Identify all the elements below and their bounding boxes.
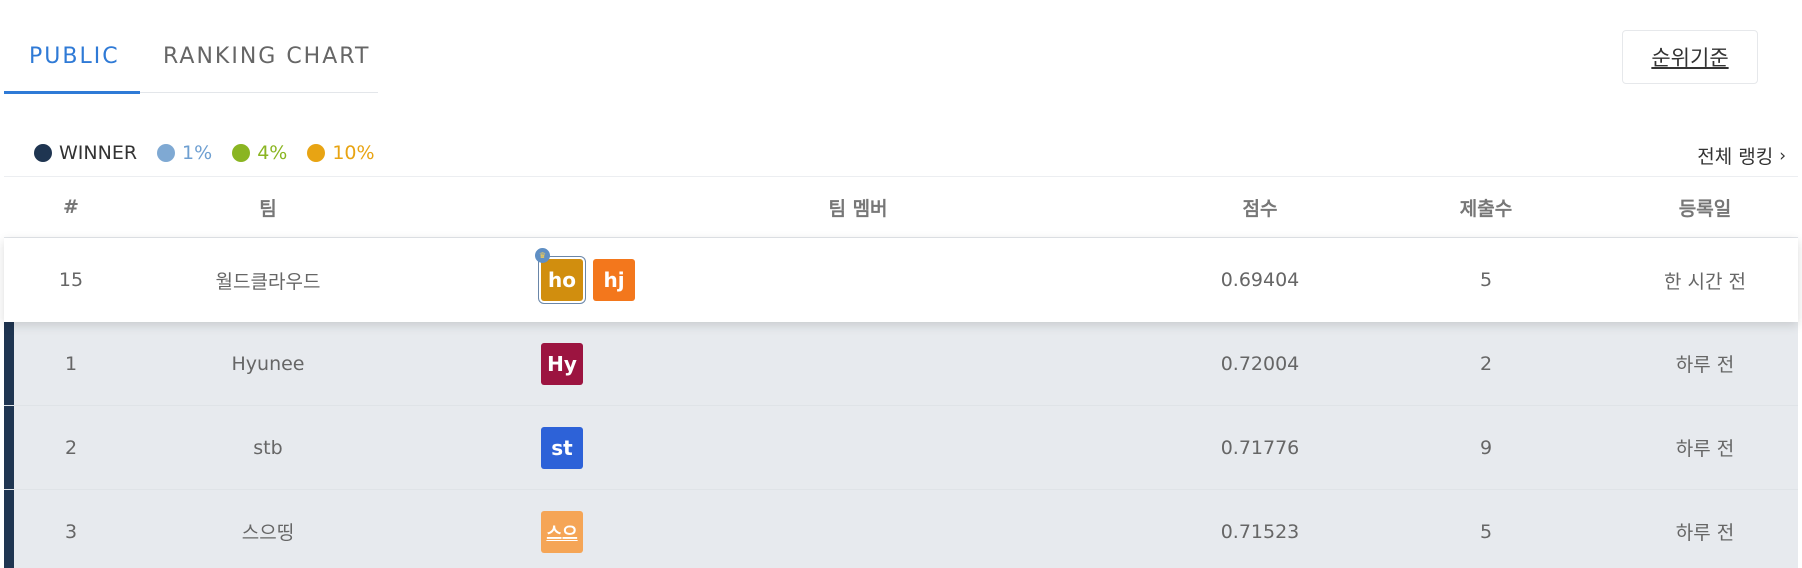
active-tab-indicator [4, 91, 140, 94]
submissions-cell: 9 [1479, 436, 1493, 459]
rank-cell: 3 [64, 520, 78, 543]
date-cell: 하루 전 [1675, 522, 1735, 544]
table-row[interactable]: 1 Hyunee Hy 0.72004 2 하루 전 [4, 322, 1798, 406]
full-ranking-label: 전체 랭킹 [1697, 146, 1774, 168]
legend-top-10-percent: 10% [307, 142, 375, 164]
avatar-initials: Hy [547, 351, 577, 376]
rank-cell: 2 [64, 436, 78, 459]
date-cell: 하루 전 [1675, 438, 1735, 460]
team-members: ♛ ho hj [535, 238, 645, 322]
table-header: # 팀 팀 멤버 점수 제출수 등록일 [4, 176, 1798, 238]
table-row[interactable]: 2 stb st 0.71776 9 하루 전 [4, 406, 1798, 490]
date-cell: 하루 전 [1675, 354, 1735, 376]
column-submissions: 제출수 [1459, 197, 1513, 220]
legend-label: 1% [182, 142, 213, 164]
ranking-criteria-button[interactable]: 순위기준 [1622, 30, 1758, 84]
legend-label: 4% [257, 142, 288, 164]
submissions-cell: 2 [1479, 352, 1493, 375]
score-cell: 0.71523 [1220, 520, 1300, 543]
submissions-cell: 5 [1479, 520, 1493, 543]
team-name-cell: 스으띵 [241, 522, 295, 544]
top-10-percent-dot-icon [307, 144, 326, 162]
team-members: 스으 [541, 490, 593, 568]
avatar[interactable]: st [541, 426, 583, 469]
crown-icon: ♛ [535, 248, 550, 263]
legend-winner: WINNER [34, 142, 137, 164]
team-name-cell: Hyunee [231, 352, 305, 375]
avatar[interactable]: Hy [541, 342, 583, 385]
avatar-initials: st [551, 435, 573, 460]
submissions-cell: 5 [1479, 269, 1493, 291]
column-team: 팀 [259, 197, 277, 220]
legend-label: WINNER [59, 142, 138, 164]
top-1-percent-dot-icon [157, 144, 176, 162]
column-score: 점수 [1242, 197, 1278, 220]
score-cell: 0.69404 [1220, 269, 1300, 291]
team-members: Hy [541, 322, 593, 405]
avatar-initials: hj [603, 268, 625, 292]
my-team-row[interactable]: 15 월드클라우드 ♛ ho hj 0.69404 5 한 시간 전 [4, 238, 1798, 322]
avatar[interactable]: 스으 [541, 510, 583, 553]
rank-legend: WINNER 1% 4% 10% [34, 142, 395, 164]
rank-cell: 1 [64, 352, 78, 375]
top-4-percent-dot-icon [232, 144, 251, 162]
rank-cell: 15 [58, 269, 84, 291]
column-date: 등록일 [1678, 197, 1732, 220]
chevron-right-icon: › [1779, 145, 1786, 166]
avatar-initials: ho [548, 268, 576, 292]
leaderboard-tabs: PUBLIC RANKING CHART [4, 30, 378, 94]
full-ranking-link[interactable]: 전체 랭킹 › [1697, 142, 1786, 169]
legend-label: 10% [332, 142, 375, 164]
legend-top-4-percent: 4% [232, 142, 287, 164]
team-name-cell: 월드클라우드 [215, 270, 321, 293]
tab-public[interactable]: PUBLIC [29, 44, 120, 69]
winner-dot-icon [34, 144, 52, 162]
score-cell: 0.71776 [1220, 436, 1300, 459]
team-name-cell: stb [253, 436, 283, 459]
team-members: st [541, 406, 593, 489]
legend-top-1-percent: 1% [157, 142, 212, 164]
score-cell: 0.72004 [1220, 352, 1300, 375]
table-row[interactable]: 3 스으띵 스으 0.71523 5 하루 전 [4, 490, 1798, 568]
tab-ranking-chart[interactable]: RANKING CHART [163, 44, 370, 69]
date-cell: 한 시간 전 [1664, 270, 1746, 293]
leaderboard-table: # 팀 팀 멤버 점수 제출수 등록일 15 월드클라우드 ♛ ho hj 0.… [4, 176, 1798, 568]
column-rank: # [63, 196, 79, 218]
avatar[interactable]: ♛ ho [535, 248, 583, 301]
avatar[interactable]: hj [593, 259, 635, 301]
avatar-initials: 스으 [546, 524, 578, 544]
